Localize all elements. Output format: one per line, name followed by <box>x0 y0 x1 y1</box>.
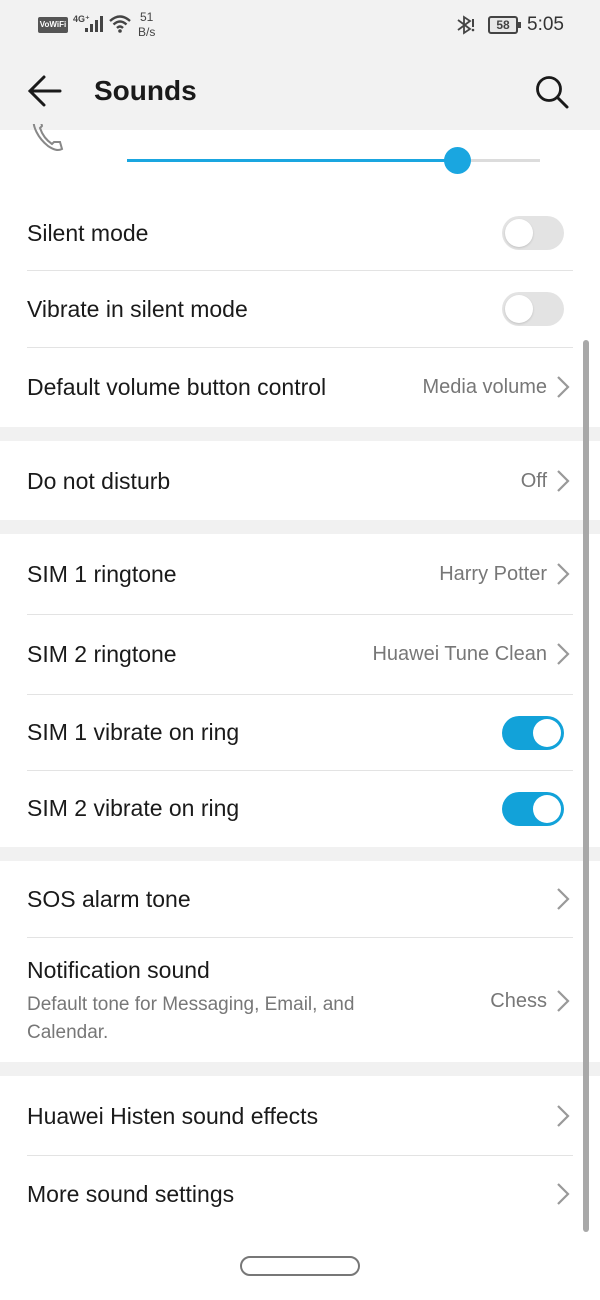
notification-sound-row[interactable]: Notification sound Default tone for Mess… <box>0 938 600 1062</box>
slider-thumb[interactable] <box>444 147 472 174</box>
section-gap <box>0 847 600 861</box>
network-speed: 51 B/s <box>138 10 155 40</box>
ringer-volume-slider[interactable] <box>127 146 540 176</box>
silent-mode-toggle[interactable] <box>502 216 564 250</box>
histen-row[interactable]: Huawei Histen sound effects <box>0 1076 600 1155</box>
section-gap <box>0 427 600 441</box>
dnd-label: Do not disturb <box>27 468 171 494</box>
clock: 5:05 <box>527 14 564 35</box>
default-volume-value: Media volume <box>422 376 547 398</box>
chevron-right-icon <box>557 990 570 1012</box>
default-volume-row[interactable]: Default volume button control Media volu… <box>0 348 600 427</box>
sim2-ringtone-value: Huawei Tune Clean <box>372 643 547 665</box>
toggle-knob <box>533 719 561 747</box>
silent-mode-label: Silent mode <box>27 220 149 246</box>
sim2-ringtone-row[interactable]: SIM 2 ringtone Huawei Tune Clean <box>0 615 600 694</box>
chevron-right-icon <box>557 888 570 910</box>
sim2-vibrate-toggle[interactable] <box>502 792 564 826</box>
page-title: Sounds <box>94 75 197 106</box>
search-icon[interactable] <box>532 72 572 112</box>
sim1-ringtone-row[interactable]: SIM 1 ringtone Harry Potter <box>0 534 600 614</box>
app-bar: Sounds <box>0 50 600 130</box>
sim1-ringtone-value: Harry Potter <box>439 563 547 585</box>
vowifi-icon: VoWiFi <box>38 17 68 33</box>
chevron-right-icon <box>557 1183 570 1205</box>
toggle-knob <box>533 795 561 823</box>
chevron-right-icon <box>557 1105 570 1127</box>
speed-value: 51 <box>139 10 154 24</box>
bluetooth-icon <box>457 15 475 35</box>
notification-sound-value: Chess <box>490 990 547 1012</box>
toggle-knob <box>505 219 533 247</box>
signal-icon <box>85 16 103 32</box>
notification-sound-description: Default tone for Messaging, Email, and C… <box>27 994 355 1043</box>
dnd-value: Off <box>520 470 547 492</box>
scrollbar[interactable] <box>583 340 589 1232</box>
sos-tone-label: SOS alarm tone <box>27 886 191 912</box>
vibrate-silent-row[interactable]: Vibrate in silent mode <box>0 271 600 347</box>
histen-label: Huawei Histen sound effects <box>27 1103 319 1129</box>
more-sound-row[interactable]: More sound settings <box>0 1156 600 1234</box>
silent-mode-row[interactable]: Silent mode <box>0 195 600 271</box>
notification-sound-label: Notification sound <box>27 957 210 983</box>
vibrate-silent-toggle[interactable] <box>502 292 564 326</box>
wifi-icon <box>109 15 131 33</box>
slider-fill <box>127 159 458 162</box>
status-bar: VoWiFi 4G⁺ 51 B/s 58 5:05 <box>0 0 600 50</box>
speed-unit: B/s <box>138 25 156 39</box>
battery-icon: 58 <box>488 16 521 34</box>
sos-tone-row[interactable]: SOS alarm tone <box>0 861 600 937</box>
sim2-vibrate-label: SIM 2 vibrate on ring <box>27 795 240 821</box>
default-volume-label: Default volume button control <box>27 374 327 400</box>
phone-icon <box>32 124 64 151</box>
toggle-knob <box>505 295 533 323</box>
chevron-right-icon <box>557 563 570 585</box>
vibrate-silent-label: Vibrate in silent mode <box>27 296 248 322</box>
sim2-vibrate-row[interactable]: SIM 2 vibrate on ring <box>0 771 600 847</box>
section-gap <box>0 520 600 534</box>
sim1-ringtone-label: SIM 1 ringtone <box>27 561 177 587</box>
sim1-vibrate-label: SIM 1 vibrate on ring <box>27 719 240 745</box>
chevron-right-icon <box>557 643 570 665</box>
arrow-left-icon[interactable] <box>26 72 64 110</box>
home-indicator[interactable] <box>240 1256 360 1276</box>
chevron-right-icon <box>557 376 570 398</box>
dnd-row[interactable]: Do not disturb Off <box>0 441 600 521</box>
sim2-ringtone-label: SIM 2 ringtone <box>27 641 177 667</box>
more-sound-label: More sound settings <box>27 1181 235 1207</box>
section-gap <box>0 1062 600 1076</box>
chevron-right-icon <box>557 470 570 492</box>
sim1-vibrate-row[interactable]: SIM 1 vibrate on ring <box>0 695 600 771</box>
sim1-vibrate-toggle[interactable] <box>502 716 564 750</box>
